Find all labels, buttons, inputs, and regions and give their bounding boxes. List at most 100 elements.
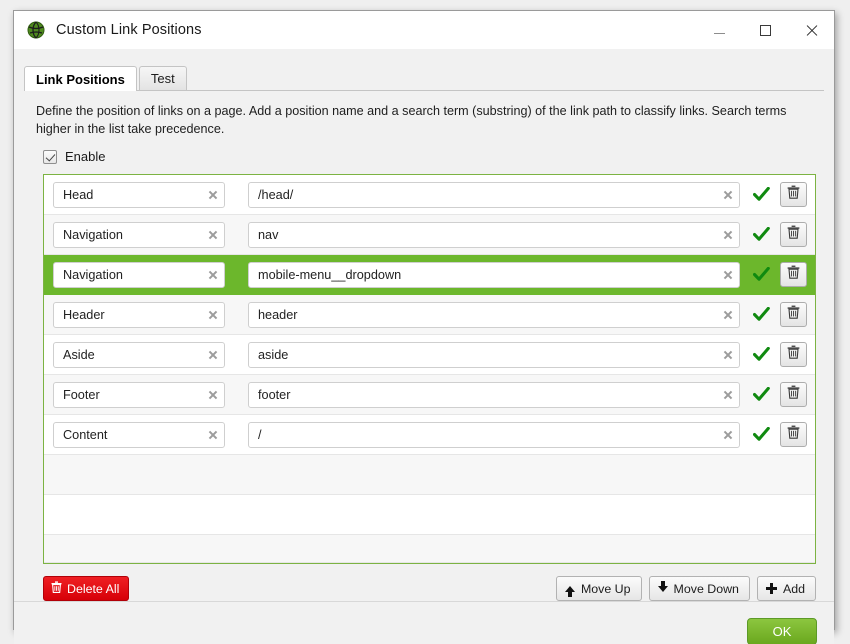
add-button[interactable]: Add: [756, 576, 816, 601]
close-icon: [805, 24, 818, 37]
delete-row-button[interactable]: [780, 262, 807, 287]
search-term-value: aside: [258, 347, 289, 362]
delete-row-button[interactable]: [780, 222, 807, 247]
position-name-input[interactable]: Navigation: [53, 261, 225, 288]
position-name-value: Navigation: [63, 227, 123, 242]
search-term-input[interactable]: footer: [248, 381, 740, 408]
green-check-icon: [746, 267, 776, 282]
link-position-row[interactable]: Navigation nav: [44, 215, 815, 255]
globe-icon: [27, 21, 45, 39]
trash-icon: [787, 265, 800, 284]
position-name-input[interactable]: Aside: [53, 341, 225, 368]
clear-x-icon[interactable]: [717, 183, 739, 207]
trash-icon: [787, 225, 800, 244]
delete-row-button[interactable]: [780, 182, 807, 207]
position-name-input[interactable]: Content: [53, 421, 225, 448]
delete-row-button[interactable]: [780, 302, 807, 327]
link-position-row[interactable]: Header header: [44, 295, 815, 335]
clear-x-icon[interactable]: [717, 343, 739, 367]
clear-x-icon[interactable]: [202, 263, 224, 287]
trash-icon: [787, 425, 800, 444]
clear-x-icon[interactable]: [717, 383, 739, 407]
trash-icon: [51, 581, 62, 596]
tab-test[interactable]: Test: [138, 66, 187, 90]
add-label: Add: [782, 581, 805, 596]
move-down-button[interactable]: Move Down: [648, 576, 750, 601]
action-bar: Delete All Move Up Move Down Add: [43, 576, 816, 601]
ok-button[interactable]: OK: [747, 617, 817, 644]
position-name-value: Footer: [63, 387, 100, 402]
clear-x-icon[interactable]: [202, 223, 224, 247]
list-order-buttons: Move Up Move Down Add: [555, 576, 816, 601]
clear-x-icon[interactable]: [202, 303, 224, 327]
maximize-icon: [759, 24, 771, 36]
minimize-icon: [713, 32, 725, 34]
enable-checkbox-row[interactable]: Enable: [43, 149, 105, 164]
clear-x-icon[interactable]: [717, 263, 739, 287]
enable-checkbox[interactable]: [43, 149, 57, 164]
maximize-button[interactable]: [742, 11, 788, 49]
position-name-input[interactable]: Header: [53, 301, 225, 328]
clear-x-icon[interactable]: [717, 423, 739, 447]
search-term-input[interactable]: /: [248, 421, 740, 448]
position-name-input[interactable]: Head: [53, 181, 225, 208]
empty-list-row: [44, 495, 815, 535]
search-term-input[interactable]: nav: [248, 221, 740, 248]
green-check-icon: [746, 427, 776, 442]
link-position-row[interactable]: Navigation mobile-menu__dropdown: [44, 255, 815, 295]
close-button[interactable]: [788, 11, 834, 49]
position-name-value: Navigation: [63, 267, 123, 282]
tab-link-positions[interactable]: Link Positions: [24, 66, 137, 91]
search-term-input[interactable]: aside: [248, 341, 740, 368]
delete-all-button[interactable]: Delete All: [43, 576, 130, 601]
minimize-button[interactable]: [696, 11, 742, 49]
link-positions-list: Head/head/Navigation nav Navigation mobile-…: [43, 174, 816, 564]
desktop-background: Custom Link Positions Link Positions Tes…: [0, 0, 850, 644]
search-term-input[interactable]: /head/: [248, 181, 740, 208]
title-bar: Custom Link Positions: [14, 11, 834, 49]
arrow-up-icon: [564, 585, 575, 597]
trash-icon: [787, 345, 800, 364]
green-check-icon: [746, 387, 776, 402]
trash-icon: [787, 185, 800, 204]
search-term-value: footer: [258, 387, 291, 402]
clear-x-icon[interactable]: [202, 423, 224, 447]
dialog-window: Custom Link Positions Link Positions Tes…: [13, 10, 835, 644]
green-check-icon: [746, 307, 776, 322]
move-down-label: Move Down: [673, 581, 739, 596]
clear-x-icon[interactable]: [717, 303, 739, 327]
window-body: Link Positions Test Define the position …: [14, 49, 834, 644]
position-name-input[interactable]: Navigation: [53, 221, 225, 248]
link-position-row[interactable]: Aside aside: [44, 335, 815, 375]
trash-icon: [787, 385, 800, 404]
clear-x-icon[interactable]: [717, 223, 739, 247]
window-title: Custom Link Positions: [56, 22, 202, 38]
search-term-value: header: [258, 307, 298, 322]
enable-label: Enable: [65, 149, 106, 164]
search-term-input[interactable]: mobile-menu__dropdown: [248, 261, 740, 288]
link-position-row[interactable]: Footer footer: [44, 375, 815, 415]
empty-list-row: [44, 455, 815, 495]
search-term-input[interactable]: header: [248, 301, 740, 328]
arrow-down-icon: [657, 580, 668, 592]
delete-row-button[interactable]: [780, 422, 807, 447]
green-check-icon: [746, 347, 776, 362]
position-name-value: Head: [63, 187, 94, 202]
move-up-button[interactable]: Move Up: [555, 576, 642, 601]
link-position-row[interactable]: Head/head/: [44, 175, 815, 215]
position-name-value: Aside: [63, 347, 95, 362]
plus-icon: [765, 583, 777, 594]
clear-x-icon[interactable]: [202, 183, 224, 207]
trash-icon: [787, 305, 800, 324]
link-position-row[interactable]: Content /: [44, 415, 815, 455]
delete-all-label: Delete All: [67, 581, 120, 596]
clear-x-icon[interactable]: [202, 383, 224, 407]
clear-x-icon[interactable]: [202, 343, 224, 367]
position-name-input[interactable]: Footer: [53, 381, 225, 408]
dialog-footer: OK: [14, 601, 834, 644]
delete-row-button[interactable]: [780, 342, 807, 367]
tab-strip: Link Positions Test: [24, 66, 824, 91]
delete-row-button[interactable]: [780, 382, 807, 407]
move-up-label: Move Up: [580, 581, 631, 596]
search-term-value: /head/: [258, 187, 294, 202]
